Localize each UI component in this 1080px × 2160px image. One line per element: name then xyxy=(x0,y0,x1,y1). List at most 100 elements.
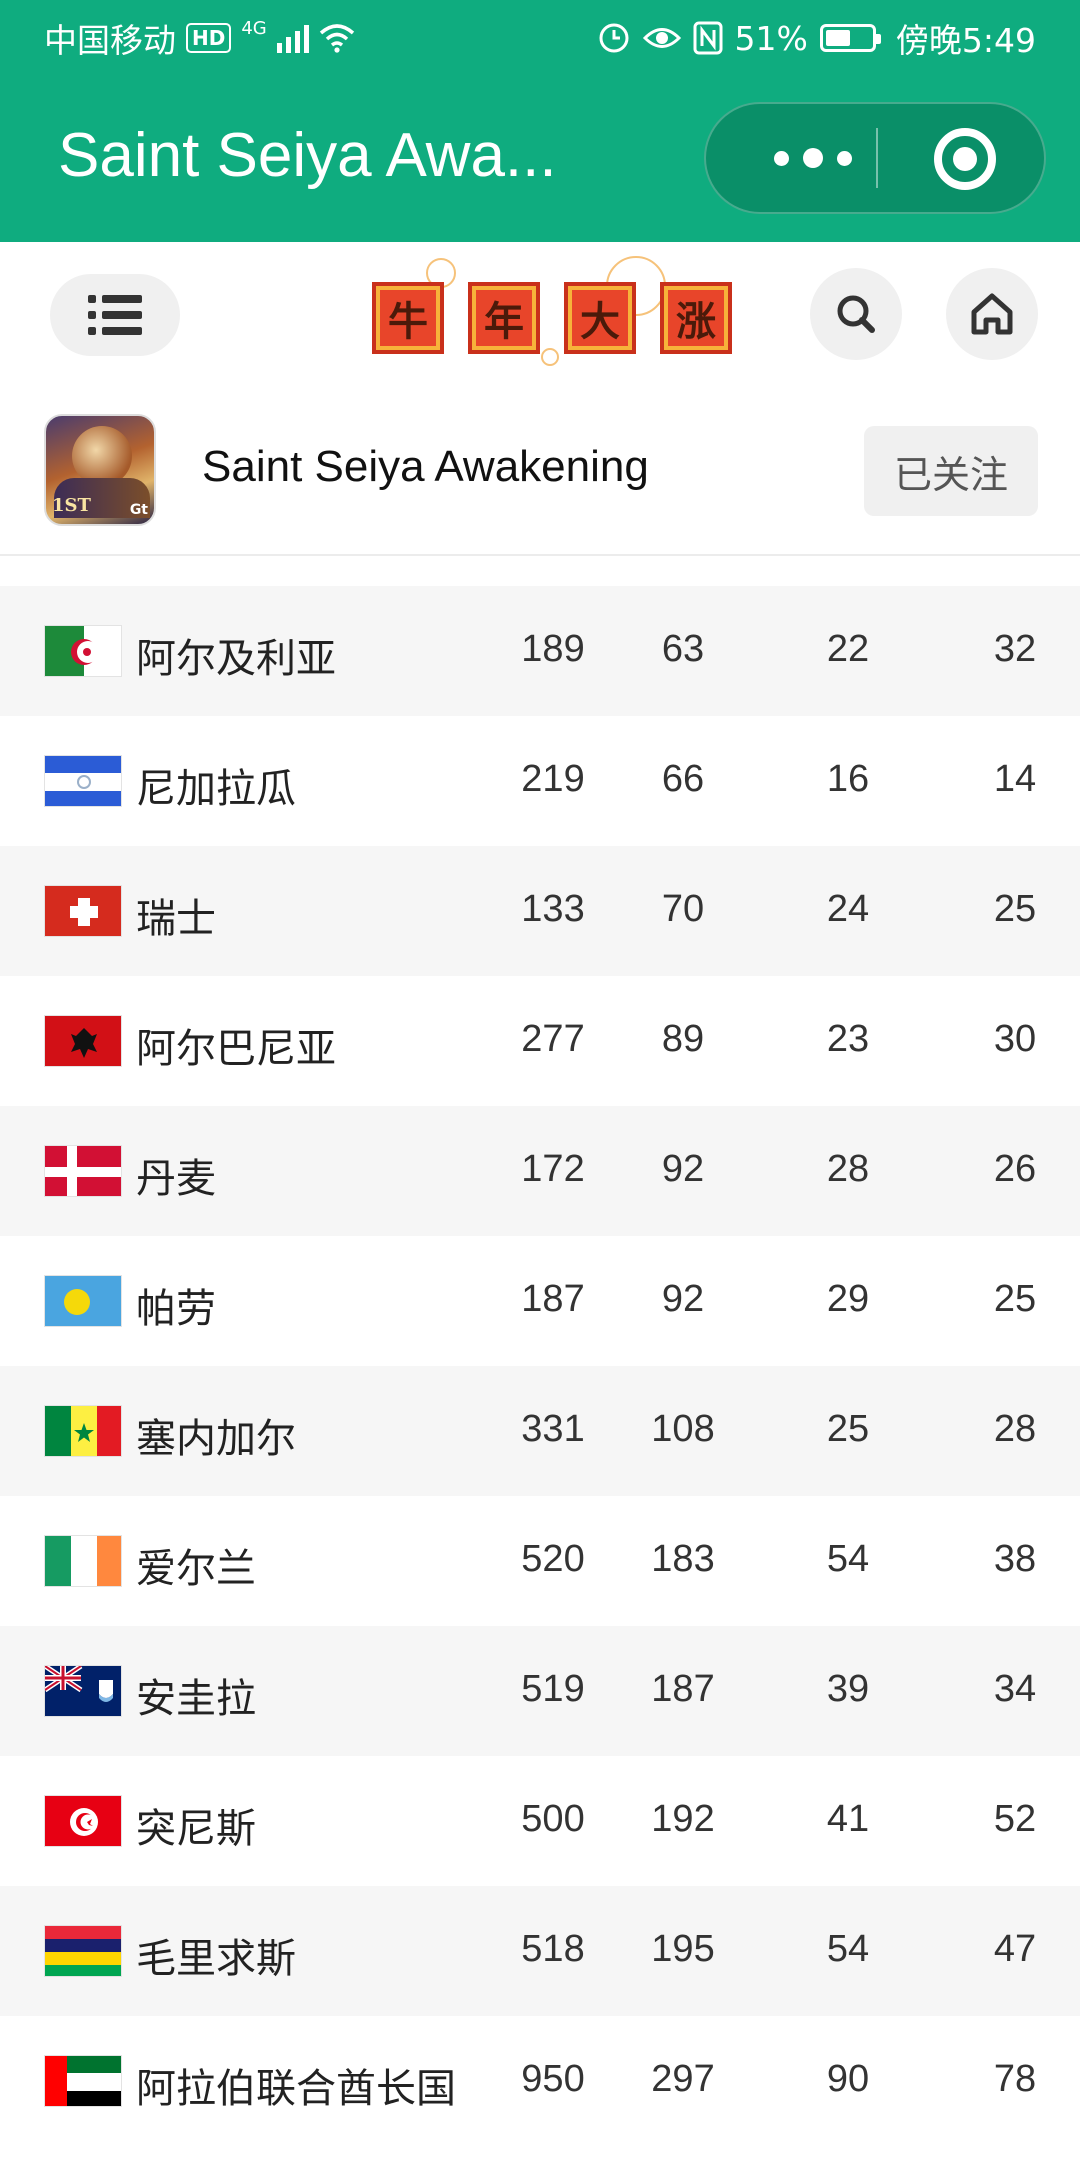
value-col-2: 108 xyxy=(651,1408,715,1450)
banner-char: 涨 xyxy=(660,282,732,354)
country-name: 塞内加尔 xyxy=(136,1416,296,1462)
banner-char: 牛 xyxy=(372,282,444,354)
palau-flag-icon xyxy=(44,1275,122,1327)
table-row[interactable]: 安圭拉 519 187 39 34 xyxy=(0,1626,1080,1756)
value-col-3: 29 xyxy=(826,1278,870,1320)
hd-badge: HD xyxy=(186,23,232,53)
value-col-2: 92 xyxy=(661,1148,705,1190)
value-col-2: 70 xyxy=(661,888,705,930)
country-name: 安圭拉 xyxy=(136,1676,256,1722)
switzerland-flag-icon xyxy=(44,885,122,937)
value-col-1: 187 xyxy=(521,1278,585,1320)
menu-button[interactable] xyxy=(50,274,180,356)
carrier-label: 中国移动 xyxy=(44,21,176,60)
value-col-1: 331 xyxy=(521,1408,585,1450)
denmark-flag-icon xyxy=(44,1145,122,1197)
banner-char: 年 xyxy=(468,282,540,354)
close-miniprogram-button[interactable] xyxy=(934,128,996,190)
country-name: 阿尔巴尼亚 xyxy=(136,1026,336,1072)
title-bar: 中国移动 HD 4G 51% 傍晚5:49 Saint Seiya Awa... xyxy=(0,0,1080,242)
nicaragua-flag-icon xyxy=(44,755,122,807)
value-col-4: 34 xyxy=(993,1668,1037,1710)
new-year-banner: 牛 年 大 涨 xyxy=(366,256,740,376)
app-name: Saint Seiya Awakening xyxy=(202,442,649,491)
table-row[interactable]: 毛里求斯 518 195 54 47 xyxy=(0,1886,1080,2016)
mauritius-flag-icon xyxy=(44,1925,122,1977)
table-row[interactable]: 丹麦 172 92 28 26 xyxy=(0,1106,1080,1236)
value-col-1: 172 xyxy=(521,1148,585,1190)
value-col-2: 92 xyxy=(661,1278,705,1320)
tunisia-flag-icon xyxy=(44,1795,122,1847)
value-col-4: 28 xyxy=(993,1408,1037,1450)
country-name: 爱尔兰 xyxy=(136,1546,256,1592)
more-options-button[interactable] xyxy=(758,104,868,212)
country-name: 阿尔及利亚 xyxy=(136,636,336,682)
value-col-2: 89 xyxy=(661,1018,705,1060)
page-title: Saint Seiya Awa... xyxy=(58,121,557,190)
country-name: 毛里求斯 xyxy=(136,1936,296,1982)
table-row[interactable]: 瑞士 133 70 24 25 xyxy=(0,846,1080,976)
country-name: 帕劳 xyxy=(136,1286,216,1332)
value-col-3: 28 xyxy=(826,1148,870,1190)
app-avatar[interactable]: 1ST Gt xyxy=(44,414,156,526)
network-type: 4G xyxy=(241,17,267,39)
table-row[interactable]: 塞内加尔 331 108 25 28 xyxy=(0,1366,1080,1496)
value-col-3: 54 xyxy=(826,1928,870,1970)
value-col-4: 25 xyxy=(993,1278,1037,1320)
follow-button[interactable]: 已关注 xyxy=(864,426,1038,516)
value-col-1: 518 xyxy=(521,1928,585,1970)
value-col-3: 25 xyxy=(826,1408,870,1450)
value-col-1: 219 xyxy=(521,758,585,800)
value-col-1: 277 xyxy=(521,1018,585,1060)
wifi-icon xyxy=(319,24,354,53)
value-col-1: 519 xyxy=(521,1668,585,1710)
table-row[interactable]: 爱尔兰 520 183 54 38 xyxy=(0,1496,1080,1626)
value-col-1: 520 xyxy=(521,1538,585,1580)
home-button[interactable] xyxy=(946,268,1038,360)
value-col-4: 78 xyxy=(993,2058,1037,2100)
value-col-4: 52 xyxy=(993,1798,1037,1840)
avatar-brand: Gt xyxy=(129,502,148,518)
eye-icon xyxy=(642,28,681,48)
battery-icon xyxy=(819,24,881,52)
table-row[interactable]: 帕劳 187 92 29 25 xyxy=(0,1236,1080,1366)
table-row[interactable]: 尼加拉瓜 219 66 16 14 xyxy=(0,716,1080,846)
value-col-4: 30 xyxy=(993,1018,1037,1060)
country-name: 尼加拉瓜 xyxy=(136,766,296,812)
value-col-2: 187 xyxy=(651,1668,715,1710)
value-col-4: 14 xyxy=(993,758,1037,800)
value-col-3: 39 xyxy=(826,1668,870,1710)
app-profile: 1ST Gt Saint Seiya Awakening 已关注 xyxy=(0,396,1080,556)
value-col-3: 24 xyxy=(826,888,870,930)
country-table: 阿尔及利亚 189 63 22 32 尼加拉瓜 219 66 16 14 瑞士 … xyxy=(0,586,1080,2146)
search-button[interactable] xyxy=(810,268,902,360)
algeria-flag-icon xyxy=(44,625,122,677)
country-name: 阿拉伯联合酋长国 xyxy=(136,2066,456,2112)
value-col-2: 297 xyxy=(651,2058,715,2100)
alarm-icon xyxy=(599,23,629,53)
status-bar: 中国移动 HD 4G 51% 傍晚5:49 xyxy=(0,0,1080,76)
value-col-3: 54 xyxy=(826,1538,870,1580)
value-col-4: 26 xyxy=(993,1148,1037,1190)
avatar-label: 1ST xyxy=(52,495,91,516)
search-icon xyxy=(837,295,875,333)
value-col-2: 63 xyxy=(661,628,705,670)
signal-icon xyxy=(276,23,309,53)
table-row[interactable]: 阿尔巴尼亚 277 89 23 30 xyxy=(0,976,1080,1106)
home-icon xyxy=(971,293,1013,335)
more-dots-icon xyxy=(774,150,789,166)
value-col-4: 38 xyxy=(993,1538,1037,1580)
ireland-flag-icon xyxy=(44,1535,122,1587)
table-row[interactable]: 阿尔及利亚 189 63 22 32 xyxy=(0,586,1080,716)
capsule-divider xyxy=(876,128,878,188)
value-col-2: 192 xyxy=(651,1798,715,1840)
nfc-icon xyxy=(693,21,723,55)
table-row[interactable]: 阿拉伯联合酋长国 950 297 90 78 xyxy=(0,2016,1080,2146)
country-name: 丹麦 xyxy=(136,1156,216,1202)
value-col-1: 189 xyxy=(521,628,585,670)
senegal-flag-icon xyxy=(44,1405,122,1457)
value-col-3: 41 xyxy=(826,1798,870,1840)
uae-flag-icon xyxy=(44,2055,122,2107)
table-row[interactable]: 突尼斯 500 192 41 52 xyxy=(0,1756,1080,1886)
country-name: 瑞士 xyxy=(136,896,216,942)
